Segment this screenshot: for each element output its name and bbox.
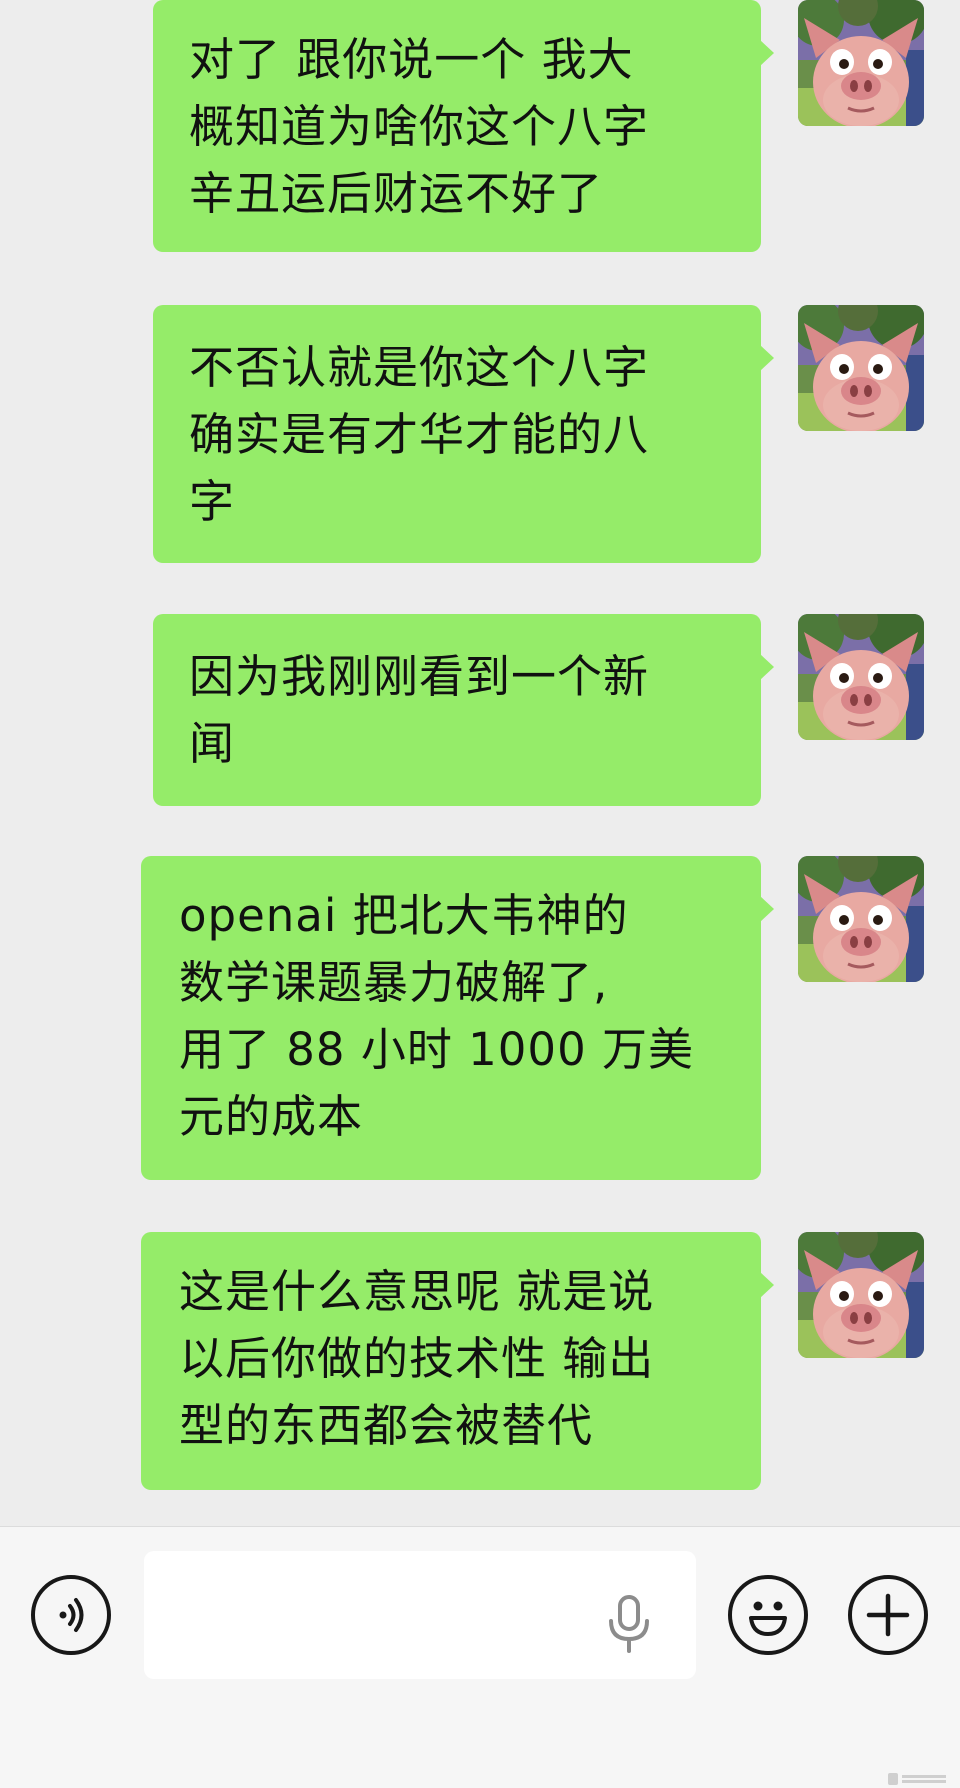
message-bubble[interactable]: openai 把北大韦神的 数学课题暴力破解了, 用了 88 小时 1000 万… xyxy=(141,856,774,1180)
message-bubble[interactable]: 因为我刚刚看到一个新 闻 xyxy=(153,614,774,806)
message-bubble[interactable]: 这是什么意思呢 就是说 以后你做的技术性 输出 型的东西都会被替代 xyxy=(141,1232,774,1490)
watermark-icon xyxy=(888,1773,946,1785)
pig-avatar-icon[interactable] xyxy=(798,856,924,982)
voice-mode-icon xyxy=(59,1598,84,1632)
plus-icon xyxy=(866,1593,910,1637)
pig-avatar-icon[interactable] xyxy=(798,0,924,126)
pig-avatar-icon[interactable] xyxy=(798,305,924,431)
microphone-icon[interactable] xyxy=(606,1595,652,1655)
pig-avatar-icon[interactable] xyxy=(798,1232,924,1358)
emoji-icon xyxy=(749,1601,787,1636)
input-bar xyxy=(0,1526,960,1788)
message-bubble[interactable]: 对了 跟你说一个 我大 概知道为啥你这个八字 辛丑运后财运不好了 xyxy=(153,0,774,252)
emoji-button[interactable] xyxy=(728,1575,808,1655)
pig-avatar-icon[interactable] xyxy=(798,614,924,740)
plus-button[interactable] xyxy=(848,1575,928,1655)
message-bubble[interactable]: 不否认就是你这个八字 确实是有才华才能的八 字 xyxy=(153,305,774,563)
chat-area: 对了 跟你说一个 我大 概知道为啥你这个八字 辛丑运后财运不好了 不否认就是你这… xyxy=(0,0,960,1526)
voice-mode-button[interactable] xyxy=(31,1575,111,1655)
